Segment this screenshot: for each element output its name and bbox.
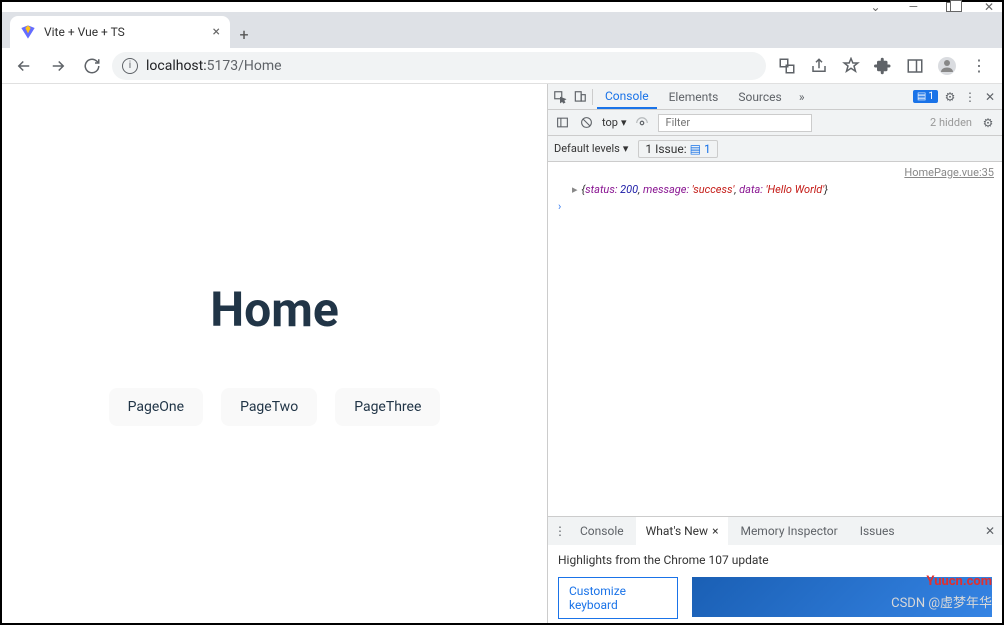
- drawer-tab-bar: ⋮ Console What's New × Memory Inspector …: [548, 517, 1002, 545]
- devtools-close-icon[interactable]: ✕: [982, 89, 998, 105]
- console-object: {status: 200, message: 'success', data: …: [582, 183, 828, 196]
- drawer-menu-icon[interactable]: ⋮: [552, 523, 568, 539]
- devtools-tab-elements[interactable]: Elements: [661, 84, 727, 109]
- url-input[interactable]: i localhost:5173/Home: [112, 52, 766, 80]
- browser-menu-icon[interactable]: ⋮: [970, 57, 988, 75]
- console-prompt[interactable]: ›: [548, 198, 1002, 215]
- issue-pill[interactable]: 1 Issue: ▤ 1: [638, 140, 717, 158]
- url-path: 5173/Home: [207, 58, 282, 74]
- nav-pagetwo-button[interactable]: PageTwo: [221, 388, 317, 426]
- devtools-panel: Console Elements Sources » ▤ 1 ⚙ ⋮ ✕ top…: [547, 84, 1002, 623]
- log-levels-selector[interactable]: Default levels ▾: [554, 142, 628, 155]
- issues-badge[interactable]: ▤ 1: [913, 90, 938, 103]
- address-bar: i localhost:5173/Home ⋮: [2, 48, 1002, 84]
- context-selector[interactable]: top ▾: [602, 116, 626, 129]
- forward-button[interactable]: [44, 52, 72, 80]
- page-nav: PageOne PageTwo PageThree: [109, 388, 441, 426]
- watermark-csdn: CSDN @虚梦年华: [891, 592, 992, 611]
- tab-title: Vite + Vue + TS: [44, 25, 125, 39]
- close-window-button[interactable]: ✕: [984, 0, 994, 14]
- drawer-close-icon[interactable]: ✕: [982, 523, 998, 539]
- console-settings-icon[interactable]: ⚙: [980, 115, 996, 131]
- main-area: Home PageOne PageTwo PageThree Console E…: [2, 84, 1002, 623]
- more-tabs-icon[interactable]: »: [794, 89, 810, 105]
- devtools-tab-console[interactable]: Console: [597, 84, 657, 109]
- inspect-element-icon[interactable]: [552, 89, 568, 105]
- bookmark-icon[interactable]: [842, 57, 860, 75]
- extensions-icon[interactable]: [874, 57, 892, 75]
- device-toggle-icon[interactable]: [572, 89, 588, 105]
- console-log-line[interactable]: ▸ {status: 200, message: 'success', data…: [548, 181, 1002, 198]
- vite-favicon-icon: [20, 24, 36, 40]
- console-sidebar-icon[interactable]: [554, 115, 570, 131]
- whatsnew-card-customize[interactable]: Customize keyboard: [558, 577, 678, 619]
- console-toolbar: top ▾ 2 hidden ⚙: [548, 110, 1002, 136]
- live-expression-icon[interactable]: [634, 115, 650, 131]
- devtools-tab-bar: Console Elements Sources » ▤ 1 ⚙ ⋮ ✕: [548, 84, 1002, 110]
- drawer-tab-memory[interactable]: Memory Inspector: [730, 517, 847, 545]
- close-whatsnew-icon[interactable]: ×: [712, 524, 718, 538]
- new-tab-button[interactable]: +: [230, 20, 258, 48]
- clear-console-icon[interactable]: [578, 115, 594, 131]
- expand-object-icon[interactable]: ▸: [572, 183, 578, 196]
- minimize-button[interactable]: —: [909, 0, 918, 14]
- nav-pageone-button[interactable]: PageOne: [109, 388, 203, 426]
- browser-tab[interactable]: Vite + Vue + TS ×: [10, 16, 230, 48]
- drawer-tab-console[interactable]: Console: [570, 517, 634, 545]
- site-info-icon[interactable]: i: [122, 58, 138, 74]
- reload-button[interactable]: [78, 52, 106, 80]
- devtools-tab-sources[interactable]: Sources: [730, 84, 789, 109]
- console-filter-input[interactable]: [658, 114, 812, 132]
- drawer-tab-whatsnew[interactable]: What's New ×: [636, 517, 729, 545]
- toolbar-icons: ⋮: [772, 57, 994, 75]
- window-controls: ⌄ — ✕: [2, 2, 1002, 12]
- restore-button[interactable]: [946, 2, 956, 12]
- close-tab-button[interactable]: ×: [213, 24, 220, 40]
- nav-pagethree-button[interactable]: PageThree: [335, 388, 440, 426]
- hidden-count[interactable]: 2 hidden: [930, 116, 972, 129]
- devtools-settings-icon[interactable]: ⚙: [942, 89, 958, 105]
- window-chevron-icon[interactable]: ⌄: [871, 0, 881, 14]
- watermark-yuucn: Yuucn.com: [926, 574, 992, 589]
- side-panel-icon[interactable]: [906, 57, 924, 75]
- whatsnew-heading: Highlights from the Chrome 107 update: [558, 553, 992, 567]
- page-heading: Home: [210, 281, 338, 338]
- devtools-menu-icon[interactable]: ⋮: [962, 89, 978, 105]
- drawer-tab-issues[interactable]: Issues: [850, 517, 905, 545]
- console-output: HomePage.vue:35 ▸ {status: 200, message:…: [548, 162, 1002, 516]
- url-host: localhost:: [146, 58, 207, 74]
- share-icon[interactable]: [810, 57, 828, 75]
- browser-tab-bar: Vite + Vue + TS × +: [2, 12, 1002, 48]
- console-toolbar-2: Default levels ▾ 1 Issue: ▤ 1: [548, 136, 1002, 162]
- profile-avatar[interactable]: [938, 57, 956, 75]
- rendered-page: Home PageOne PageTwo PageThree: [2, 84, 547, 623]
- console-source-link[interactable]: HomePage.vue:35: [548, 164, 1002, 181]
- back-button[interactable]: [10, 52, 38, 80]
- translate-icon[interactable]: [778, 57, 796, 75]
